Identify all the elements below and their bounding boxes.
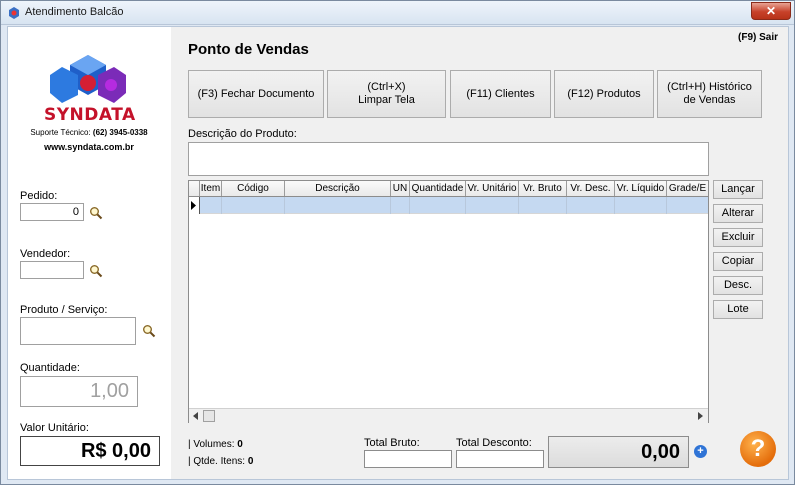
excluir-button[interactable]: Excluir — [713, 228, 763, 247]
magnifier-icon[interactable] — [89, 206, 103, 220]
app-window: Atendimento Balcão ✕ SYNDATA Suporte Téc… — [0, 0, 795, 485]
total-desconto-field — [456, 450, 544, 468]
alterar-button[interactable]: Alterar — [713, 204, 763, 223]
button-line1: (Ctrl+H) Histórico — [667, 81, 752, 93]
description-label: Descrição do Produto: — [188, 128, 297, 140]
description-field[interactable] — [188, 142, 709, 176]
valor-unitario-input[interactable]: R$ 0,00 — [20, 436, 160, 466]
produtos-button[interactable]: (F12) Produtos — [554, 70, 654, 118]
itens-value: 0 — [247, 456, 254, 467]
grid-header-cell[interactable]: Quantidade — [410, 181, 466, 196]
support-label: Suporte Técnico: — [30, 128, 91, 137]
scroll-left-icon[interactable] — [191, 411, 201, 421]
window-title: Atendimento Balcão — [25, 6, 124, 18]
button-line2: de Vendas — [683, 94, 736, 106]
valor-unitario-label: Valor Unitário: — [20, 422, 89, 434]
grid-header-cell[interactable]: Item — [200, 181, 222, 196]
title-bar[interactable]: Atendimento Balcão ✕ — [1, 1, 794, 25]
copiar-button[interactable]: Copiar — [713, 252, 763, 271]
close-button[interactable]: ✕ — [751, 2, 791, 20]
table-row[interactable] — [189, 197, 708, 214]
grid-header-cell[interactable]: UN — [391, 181, 410, 196]
limpar-tela-button[interactable]: (Ctrl+X) Limpar Tela — [327, 70, 446, 118]
scroll-thumb[interactable] — [203, 410, 215, 422]
page-title: Ponto de Vendas — [188, 41, 309, 58]
grid-cell — [615, 197, 667, 214]
button-line1: (F3) Fechar Documento — [197, 87, 315, 100]
historico-vendas-button[interactable]: (Ctrl+H) Histórico de Vendas — [657, 70, 762, 118]
grid-cell — [391, 197, 410, 214]
row-indicator-icon — [191, 201, 196, 210]
produto-label: Produto / Serviço: — [20, 304, 108, 316]
pedido-label: Pedido: — [20, 190, 58, 202]
itens-label: | Qtde. Itens: — [188, 456, 246, 467]
magnifier-icon[interactable] — [142, 324, 156, 338]
volumes-label: | Volumes: — [188, 439, 235, 450]
total-desconto-label: Total Desconto: — [456, 437, 532, 449]
brand-name: SYNDATA — [44, 105, 136, 125]
grid-cell — [410, 197, 466, 214]
vendedor-label: Vendedor: — [20, 248, 71, 260]
total-bruto-field — [364, 450, 452, 468]
items-grid[interactable]: Item Código Descrição UN Quantidade Vr. … — [188, 180, 709, 423]
support-line: Suporte Técnico: (62) 3945-0338 — [8, 128, 170, 137]
produto-input[interactable] — [20, 317, 136, 345]
exit-button[interactable]: (F9) Sair — [738, 32, 778, 43]
button-line2: Limpar Tela — [358, 94, 415, 106]
client-area: SYNDATA Suporte Técnico: (62) 3945-0338 … — [7, 26, 789, 480]
lote-button[interactable]: Lote — [713, 300, 763, 319]
grid-header-cell[interactable]: Vr. Unitário — [466, 181, 519, 196]
grid-cell — [222, 197, 285, 214]
total-value: 0,00 — [548, 436, 689, 468]
plus-icon[interactable]: + — [694, 445, 707, 458]
itens-summary: | Qtde. Itens: 0 — [188, 456, 253, 467]
grid-header-cell[interactable]: Código — [222, 181, 285, 196]
app-icon — [9, 7, 19, 19]
fechar-documento-button[interactable]: (F3) Fechar Documento — [188, 70, 324, 118]
grid-header-cell[interactable]: Descrição — [285, 181, 391, 196]
magnifier-icon[interactable] — [89, 264, 103, 278]
button-line1: (F11) Clientes — [466, 87, 535, 100]
grid-cell — [200, 197, 222, 214]
grid-cell — [567, 197, 615, 214]
grid-header-cell[interactable]: Vr. Líquido — [615, 181, 667, 196]
button-line1: (F12) Produtos — [567, 87, 641, 100]
grid-header-indicator — [189, 181, 200, 196]
grid-header-cell[interactable]: Vr. Desc. — [567, 181, 615, 196]
left-panel: SYNDATA Suporte Técnico: (62) 3945-0338 … — [8, 27, 170, 479]
website: www.syndata.com.br — [44, 142, 134, 152]
row-indicator — [189, 197, 200, 214]
quantidade-input[interactable]: 1,00 — [20, 376, 138, 407]
grid-cell — [285, 197, 391, 214]
total-bruto-label: Total Bruto: — [364, 437, 420, 449]
grid-cell — [519, 197, 567, 214]
volumes-value: 0 — [237, 439, 243, 450]
support-phone: (62) 3945-0338 — [92, 128, 148, 137]
grid-cell — [466, 197, 519, 214]
help-icon[interactable]: ? — [740, 431, 776, 467]
grid-header-cell[interactable]: Vr. Bruto — [519, 181, 567, 196]
button-line1: (Ctrl+X) — [367, 81, 406, 93]
clientes-button[interactable]: (F11) Clientes — [450, 70, 551, 118]
main-panel: Ponto de Vendas (F9) Sair (F3) Fechar Do… — [171, 27, 788, 479]
horizontal-scrollbar[interactable] — [189, 408, 708, 423]
quantidade-label: Quantidade: — [20, 362, 80, 374]
desconto-button[interactable]: Desc. — [713, 276, 763, 295]
grid-header: Item Código Descrição UN Quantidade Vr. … — [189, 181, 708, 197]
pedido-input[interactable]: 0 — [20, 203, 84, 221]
grid-header-cell[interactable]: Grade/E — [667, 181, 708, 196]
lancar-button[interactable]: Lançar — [713, 180, 763, 199]
scroll-right-icon[interactable] — [695, 411, 705, 421]
volumes-summary: | Volumes: 0 — [188, 439, 243, 450]
vendedor-input[interactable] — [20, 261, 84, 279]
